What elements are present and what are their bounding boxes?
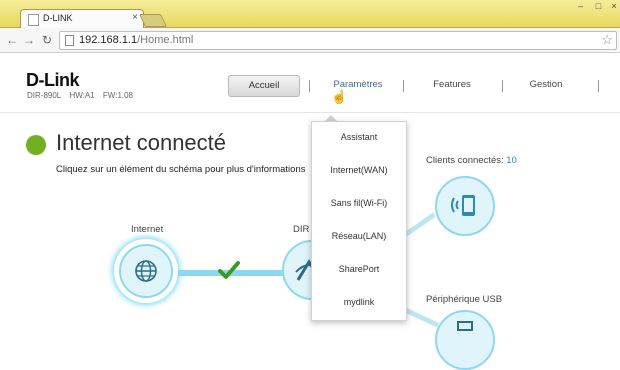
- clients-label-text: Clients connectés:: [426, 155, 504, 166]
- usb-node[interactable]: [435, 310, 495, 370]
- tab-gestion[interactable]: Gestion: [510, 75, 582, 95]
- browser-tab[interactable]: D-LINK ×: [20, 9, 144, 28]
- clients-node[interactable]: [435, 176, 495, 236]
- nav-divider: [598, 80, 599, 92]
- back-arrow-icon[interactable]: ←: [5, 33, 19, 47]
- hw-text: HW:A1: [69, 91, 95, 100]
- nav-divider: [403, 80, 404, 92]
- device-info: DIR-890L HW:A1 FW:1.08: [27, 91, 139, 100]
- new-tab-button[interactable]: [138, 14, 168, 27]
- usb-label: Périphérique USB: [426, 294, 503, 305]
- clients-label: Clients connectés: 10: [426, 155, 517, 166]
- usb-node-inner: [435, 310, 495, 370]
- parametres-dropdown: Assistant Internet(WAN) Sans fil(Wi-Fi) …: [311, 121, 407, 321]
- nav-divider: [502, 80, 503, 92]
- url-host: 192.168.1.1: [79, 34, 138, 46]
- star-icon[interactable]: ☆: [601, 32, 613, 48]
- internet-label: Internet: [131, 224, 164, 235]
- globe-icon: [135, 260, 157, 282]
- menu-item-lan[interactable]: Réseau(LAN): [312, 231, 406, 241]
- page-icon: [28, 14, 39, 26]
- address-bar[interactable]: 192.168.1.1/Home.html ☆: [59, 31, 617, 50]
- tablet-wifi-icon: [451, 195, 475, 216]
- menu-item-wifi[interactable]: Sans fil(Wi-Fi): [312, 198, 406, 208]
- menu-item-assistant[interactable]: Assistant: [312, 132, 406, 142]
- tab-title: D-LINK: [43, 13, 73, 23]
- fw-text: FW:1.08: [102, 91, 134, 100]
- model-text: DIR-890L: [27, 91, 62, 100]
- header-divider: [0, 112, 620, 113]
- browser-toolbar: ← → ↻ 192.168.1.1/Home.html ☆: [0, 28, 620, 53]
- router-label: DIR: [293, 224, 310, 235]
- tab-features[interactable]: Features: [412, 75, 492, 95]
- page-icon: [65, 35, 74, 46]
- dlink-logo: D-Link: [26, 70, 80, 90]
- menu-item-shareport[interactable]: SharePort: [312, 264, 406, 274]
- clients-count: 10: [506, 155, 517, 166]
- url-path: /Home.html: [137, 34, 194, 46]
- url-text[interactable]: 192.168.1.1/Home.html: [79, 34, 193, 46]
- hand-cursor-icon: ☝: [331, 89, 348, 104]
- tab-close-icon[interactable]: ×: [132, 12, 138, 23]
- menu-item-mydlink[interactable]: mydlink: [312, 297, 406, 307]
- browser-tabstrip: D-LINK × – □ ×: [0, 0, 620, 28]
- menu-item-internet-wan[interactable]: Internet(WAN): [312, 165, 406, 175]
- window-close-button[interactable]: ×: [607, 0, 620, 13]
- status-indicator: [26, 135, 46, 155]
- tab-accueil[interactable]: Accueil: [228, 75, 300, 97]
- reload-icon[interactable]: ↻: [40, 33, 54, 47]
- window-maximize-button[interactable]: □: [590, 0, 607, 13]
- nav-divider: [309, 80, 310, 92]
- window-minimize-button[interactable]: –: [572, 0, 589, 13]
- hint-text: Cliquez sur un élément du schéma pour pl…: [56, 164, 306, 175]
- internet-node[interactable]: [114, 239, 178, 303]
- check-icon: [218, 261, 240, 279]
- forward-arrow-icon[interactable]: →: [22, 33, 36, 47]
- usb-icon: [457, 321, 473, 331]
- page-title: Internet connecté: [56, 130, 227, 155]
